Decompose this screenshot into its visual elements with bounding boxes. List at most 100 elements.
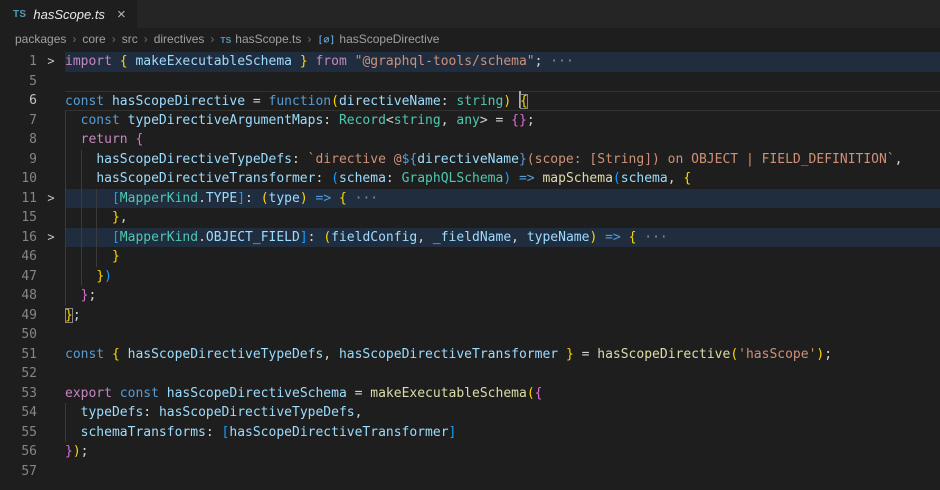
fold-chevron-icon[interactable]: >: [37, 189, 65, 209]
code-line-content[interactable]: return {: [65, 130, 940, 150]
code-line[interactable]: 48 };: [0, 286, 940, 306]
code-token: ;: [88, 288, 96, 303]
fold-gutter: [37, 247, 65, 267]
code-line-content[interactable]: };: [65, 286, 940, 306]
code-token: > =: [480, 113, 511, 128]
fold-gutter: [37, 111, 65, 131]
code-token: :: [323, 113, 339, 128]
code-line-content[interactable]: const { hasScopeDirectiveTypeDefs, hasSc…: [65, 345, 940, 365]
code-line-content[interactable]: [MapperKind.OBJECT_FIELD]: (fieldConfig,…: [65, 228, 940, 248]
code-line[interactable]: 1>import { makeExecutableSchema } from "…: [0, 52, 940, 72]
code-line-content[interactable]: export const hasScopeDirectiveSchema = m…: [65, 384, 940, 404]
code-line[interactable]: 53export const hasScopeDirectiveSchema =…: [0, 384, 940, 404]
code-line-content[interactable]: },: [65, 208, 940, 228]
code-token: =>: [316, 191, 332, 206]
code-line[interactable]: 46 }: [0, 247, 940, 267]
line-number: 46: [0, 247, 37, 267]
code-line[interactable]: 15 },: [0, 208, 940, 228]
close-tab-icon[interactable]: ×: [117, 7, 126, 22]
code-token: =>: [605, 230, 621, 245]
code-token: ,: [355, 405, 363, 420]
fold-gutter: [37, 462, 65, 482]
code-line[interactable]: 52: [0, 364, 940, 384]
code-line-content[interactable]: }: [65, 247, 940, 267]
breadcrumb-folder[interactable]: src: [122, 32, 138, 46]
code-token: }: [566, 347, 574, 362]
code-line[interactable]: 57: [0, 462, 940, 482]
code-line-content[interactable]: typeDefs: hasScopeDirectiveTypeDefs,: [65, 403, 940, 423]
tab-title: hasScope.ts: [33, 7, 105, 22]
code-token: [65, 405, 81, 420]
code-token: {: [520, 94, 528, 109]
code-line-content[interactable]: [MapperKind.TYPE]: (type) => { ···: [65, 189, 940, 209]
code-line[interactable]: 47 }): [0, 267, 940, 287]
code-token: hasScopeDirectiveTransformer: [339, 347, 558, 362]
code-token: [: [112, 230, 120, 245]
code-token: typeDefs: [81, 405, 144, 420]
code-line[interactable]: 55 schemaTransforms: [hasScopeDirectiveT…: [0, 423, 940, 443]
code-line[interactable]: 5: [0, 72, 940, 92]
line-number: 7: [0, 111, 37, 131]
code-line[interactable]: 11> [MapperKind.TYPE]: (type) => { ···: [0, 189, 940, 209]
code-token: schemaTransforms: [81, 425, 206, 440]
code-token: string: [394, 113, 441, 128]
code-token: makeExecutableSchema: [370, 386, 527, 401]
code-token: typeName: [527, 230, 590, 245]
code-token: ): [73, 444, 81, 459]
code-line[interactable]: 7 const typeDirectiveArgumentMaps: Recor…: [0, 111, 940, 131]
code-line[interactable]: 6const hasScopeDirective = function(dire…: [0, 91, 940, 111]
breadcrumb-folder[interactable]: directives: [154, 32, 205, 46]
code-token: [65, 269, 96, 284]
code-line[interactable]: 10 hasScopeDirectiveTransformer: (schema…: [0, 169, 940, 189]
code-line-content[interactable]: };: [65, 306, 940, 326]
code-token: any: [456, 113, 479, 128]
code-token: [621, 230, 629, 245]
line-number: 9: [0, 150, 37, 170]
breadcrumb-folder[interactable]: core: [82, 32, 105, 46]
code-line-content[interactable]: });: [65, 442, 940, 462]
code-token: ,: [668, 171, 684, 186]
tab-hasscope[interactable]: TS hasScope.ts ×: [0, 0, 138, 28]
code-line[interactable]: 16> [MapperKind.OBJECT_FIELD]: (fieldCon…: [0, 228, 940, 248]
code-line-content[interactable]: [65, 325, 940, 345]
code-token: :: [143, 405, 159, 420]
code-token: return: [81, 132, 128, 147]
code-token: [292, 54, 300, 69]
code-line-content[interactable]: }): [65, 267, 940, 287]
code-line-content[interactable]: const typeDirectiveArgumentMaps: Record<…: [65, 111, 940, 131]
code-token: {: [120, 54, 128, 69]
code-line-content[interactable]: [65, 364, 940, 384]
code-token: ,: [441, 113, 457, 128]
fold-gutter: [37, 423, 65, 443]
code-token: mapSchema: [542, 171, 612, 186]
code-line-content[interactable]: const hasScopeDirective = function(direc…: [65, 91, 940, 111]
code-token: [65, 230, 112, 245]
code-token: typeDirectiveArgumentMaps: [128, 113, 324, 128]
code-token: }: [300, 54, 308, 69]
line-number: 56: [0, 442, 37, 462]
code-token: [65, 191, 112, 206]
breadcrumb-symbol[interactable]: [∅]hasScopeDirective: [317, 32, 439, 46]
code-line[interactable]: 8 return {: [0, 130, 940, 150]
code-line-content[interactable]: hasScopeDirectiveTransformer: (schema: G…: [65, 169, 940, 189]
code-token: .: [198, 191, 206, 206]
breadcrumb-file[interactable]: TShasScope.ts: [220, 32, 301, 46]
code-line[interactable]: 50: [0, 325, 940, 345]
fold-chevron-icon[interactable]: >: [37, 228, 65, 248]
code-line-content[interactable]: schemaTransforms: [hasScopeDirectiveTran…: [65, 423, 940, 443]
code-token: [65, 132, 81, 147]
code-line[interactable]: 56});: [0, 442, 940, 462]
code-line[interactable]: 9 hasScopeDirectiveTypeDefs: `directive …: [0, 150, 940, 170]
code-line-content[interactable]: import { makeExecutableSchema } from "@g…: [65, 52, 940, 72]
breadcrumb-folder[interactable]: packages: [15, 32, 66, 46]
code-token: ): [104, 269, 112, 284]
code-token: (: [331, 94, 339, 109]
code-editor[interactable]: 1>import { makeExecutableSchema } from "…: [0, 50, 940, 481]
code-line-content[interactable]: [65, 72, 940, 92]
code-line[interactable]: 54 typeDefs: hasScopeDirectiveTypeDefs,: [0, 403, 940, 423]
code-line[interactable]: 49};: [0, 306, 940, 326]
code-line[interactable]: 51const { hasScopeDirectiveTypeDefs, has…: [0, 345, 940, 365]
code-line-content[interactable]: hasScopeDirectiveTypeDefs: `directive @$…: [65, 150, 940, 170]
code-line-content[interactable]: [65, 462, 940, 482]
fold-chevron-icon[interactable]: >: [37, 52, 65, 72]
